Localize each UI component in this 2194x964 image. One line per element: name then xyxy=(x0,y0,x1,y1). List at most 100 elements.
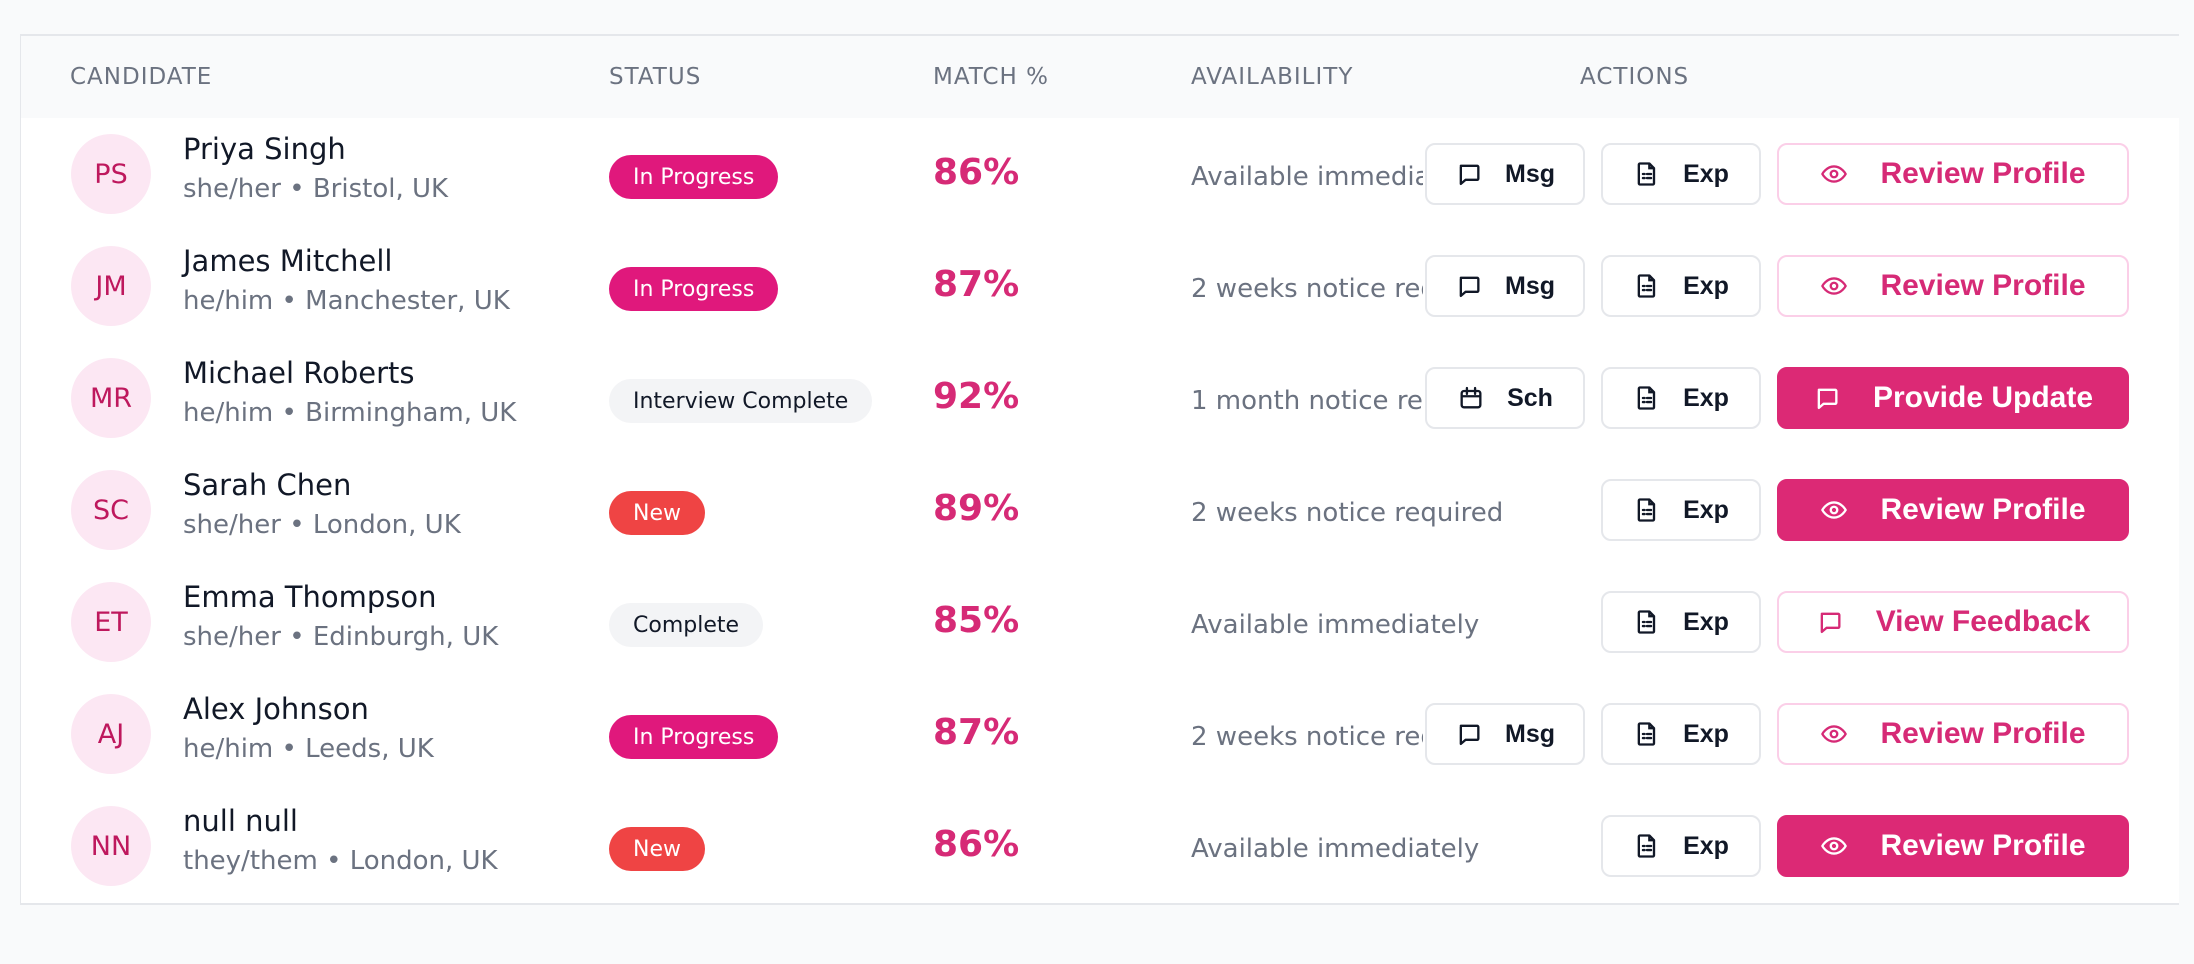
match-percent: 85% xyxy=(933,600,1020,641)
pronouns: she/her xyxy=(183,622,281,652)
separator-dot: • xyxy=(273,734,306,764)
calendar-icon xyxy=(1460,386,1482,409)
schedule-button[interactable]: Sch xyxy=(1425,367,1585,429)
location: Leeds, UK xyxy=(305,734,434,764)
document-icon xyxy=(1637,834,1656,858)
export-button[interactable]: Exp xyxy=(1601,591,1761,653)
match-percent: 86% xyxy=(933,152,1020,193)
review-profile-button[interactable]: Review Profile xyxy=(1777,815,2129,877)
message-icon xyxy=(1459,164,1480,186)
match-percent: 86% xyxy=(933,824,1020,865)
pronouns: they/them xyxy=(183,846,318,876)
avatar: JM xyxy=(71,246,151,326)
table-row: ET Emma Thompson she/her • Edinburgh, UK Co… xyxy=(21,566,2179,678)
provide-update-button[interactable]: Provide Update xyxy=(1777,367,2129,429)
status-badge: In Progress xyxy=(609,155,779,199)
button-label: Review Profile xyxy=(1880,157,2086,190)
button-label: Review Profile xyxy=(1880,717,2086,750)
review-profile-button[interactable]: Review Profile xyxy=(1777,703,2129,765)
candidate-name: Sarah Chen xyxy=(183,468,352,502)
header-candidate: CANDIDATE xyxy=(70,64,213,90)
message-icon xyxy=(1459,276,1480,298)
document-icon xyxy=(1637,162,1656,186)
export-button[interactable]: Exp xyxy=(1601,479,1761,541)
avatar: NN xyxy=(71,806,151,886)
location: Edinburgh, UK xyxy=(312,622,499,652)
button-label: Exp xyxy=(1683,831,1729,860)
candidate-details: he/him • Manchester, UK xyxy=(183,286,510,316)
button-label: Review Profile xyxy=(1880,493,2086,526)
button-label: View Feedback xyxy=(1875,605,2091,638)
avatar: AJ xyxy=(71,694,151,774)
candidate-name: James Mitchell xyxy=(183,244,393,278)
review-profile-button[interactable]: Review Profile xyxy=(1777,143,2129,205)
candidate-name: Emma Thompson xyxy=(183,580,437,614)
match-percent: 87% xyxy=(933,712,1020,753)
candidates-table: CANDIDATE STATUS MATCH % AVAILABILITY AC… xyxy=(20,34,2179,905)
avatar: PS xyxy=(71,134,151,214)
button-label: Exp xyxy=(1683,719,1729,748)
table-row: MR Michael Roberts he/him • Birmingham, UK… xyxy=(21,342,2179,454)
button-label: Msg xyxy=(1505,159,1555,188)
avatar: MR xyxy=(71,358,151,438)
candidate-details: she/her • Edinburgh, UK xyxy=(183,622,498,652)
export-button[interactable]: Exp xyxy=(1601,255,1761,317)
export-button[interactable]: Exp xyxy=(1601,367,1761,429)
document-icon xyxy=(1637,722,1656,746)
separator-dot: • xyxy=(280,622,313,652)
separator-dot: • xyxy=(273,286,306,316)
message-icon xyxy=(1459,724,1480,746)
pronouns: he/him xyxy=(183,734,274,764)
availability-text: 2 weeks notice required xyxy=(1191,274,1423,304)
header-match: MATCH % xyxy=(933,64,1050,90)
match-percent: 87% xyxy=(933,264,1020,305)
status-badge: Interview Complete xyxy=(609,379,873,423)
message-button[interactable]: Msg xyxy=(1425,703,1585,765)
button-label: Exp xyxy=(1683,495,1729,524)
location: London, UK xyxy=(312,510,461,540)
view-feedback-button[interactable]: View Feedback xyxy=(1777,591,2129,653)
export-button[interactable]: Exp xyxy=(1601,703,1761,765)
button-label: Exp xyxy=(1683,271,1729,300)
button-label: Exp xyxy=(1683,383,1729,412)
candidate-details: he/him • Leeds, UK xyxy=(183,734,434,764)
pronouns: he/him xyxy=(183,398,274,428)
button-label: Msg xyxy=(1505,271,1555,300)
review-profile-button[interactable]: Review Profile xyxy=(1777,479,2129,541)
document-icon xyxy=(1637,386,1656,410)
table-header: CANDIDATE STATUS MATCH % AVAILABILITY AC… xyxy=(21,36,2179,118)
export-button[interactable]: Exp xyxy=(1601,815,1761,877)
table-row: AJ Alex Johnson he/him • Leeds, UK In Progr… xyxy=(21,678,2179,790)
table-row: JM James Mitchell he/him • Manchester, UK I… xyxy=(21,230,2179,342)
button-label: Review Profile xyxy=(1880,269,2086,302)
availability-text: Available immediately xyxy=(1191,834,1480,864)
message-button[interactable]: Msg xyxy=(1425,255,1585,317)
eye-icon xyxy=(1821,277,1848,295)
eye-icon xyxy=(1821,165,1848,183)
pronouns: he/him xyxy=(183,286,274,316)
status-badge: Complete xyxy=(609,603,764,647)
availability-text: 1 month notice required xyxy=(1191,386,1423,416)
header-status: STATUS xyxy=(609,64,702,90)
availability-text: 2 weeks notice required xyxy=(1191,498,1504,528)
status-badge: New xyxy=(609,491,705,535)
status-badge: In Progress xyxy=(609,715,779,759)
header-availability: AVAILABILITY xyxy=(1191,64,1354,90)
message-button[interactable]: Msg xyxy=(1425,143,1585,205)
button-label: Sch xyxy=(1507,383,1553,412)
separator-dot: • xyxy=(273,398,306,428)
candidate-name: null null xyxy=(183,804,298,838)
button-label: Exp xyxy=(1683,607,1729,636)
review-profile-button[interactable]: Review Profile xyxy=(1777,255,2129,317)
table-row: SC Sarah Chen she/her • London, UK New 89% 2 … xyxy=(21,454,2179,566)
candidate-details: she/her • Bristol, UK xyxy=(183,174,448,204)
message-icon xyxy=(1820,612,1841,634)
location: Birmingham, UK xyxy=(305,398,517,428)
separator-dot: • xyxy=(317,846,350,876)
availability-text: Available immediately xyxy=(1191,610,1480,640)
export-button[interactable]: Exp xyxy=(1601,143,1761,205)
avatar: SC xyxy=(71,470,151,550)
eye-icon xyxy=(1821,725,1848,743)
candidate-details: he/him • Birmingham, UK xyxy=(183,398,516,428)
candidate-name: Michael Roberts xyxy=(183,356,415,390)
